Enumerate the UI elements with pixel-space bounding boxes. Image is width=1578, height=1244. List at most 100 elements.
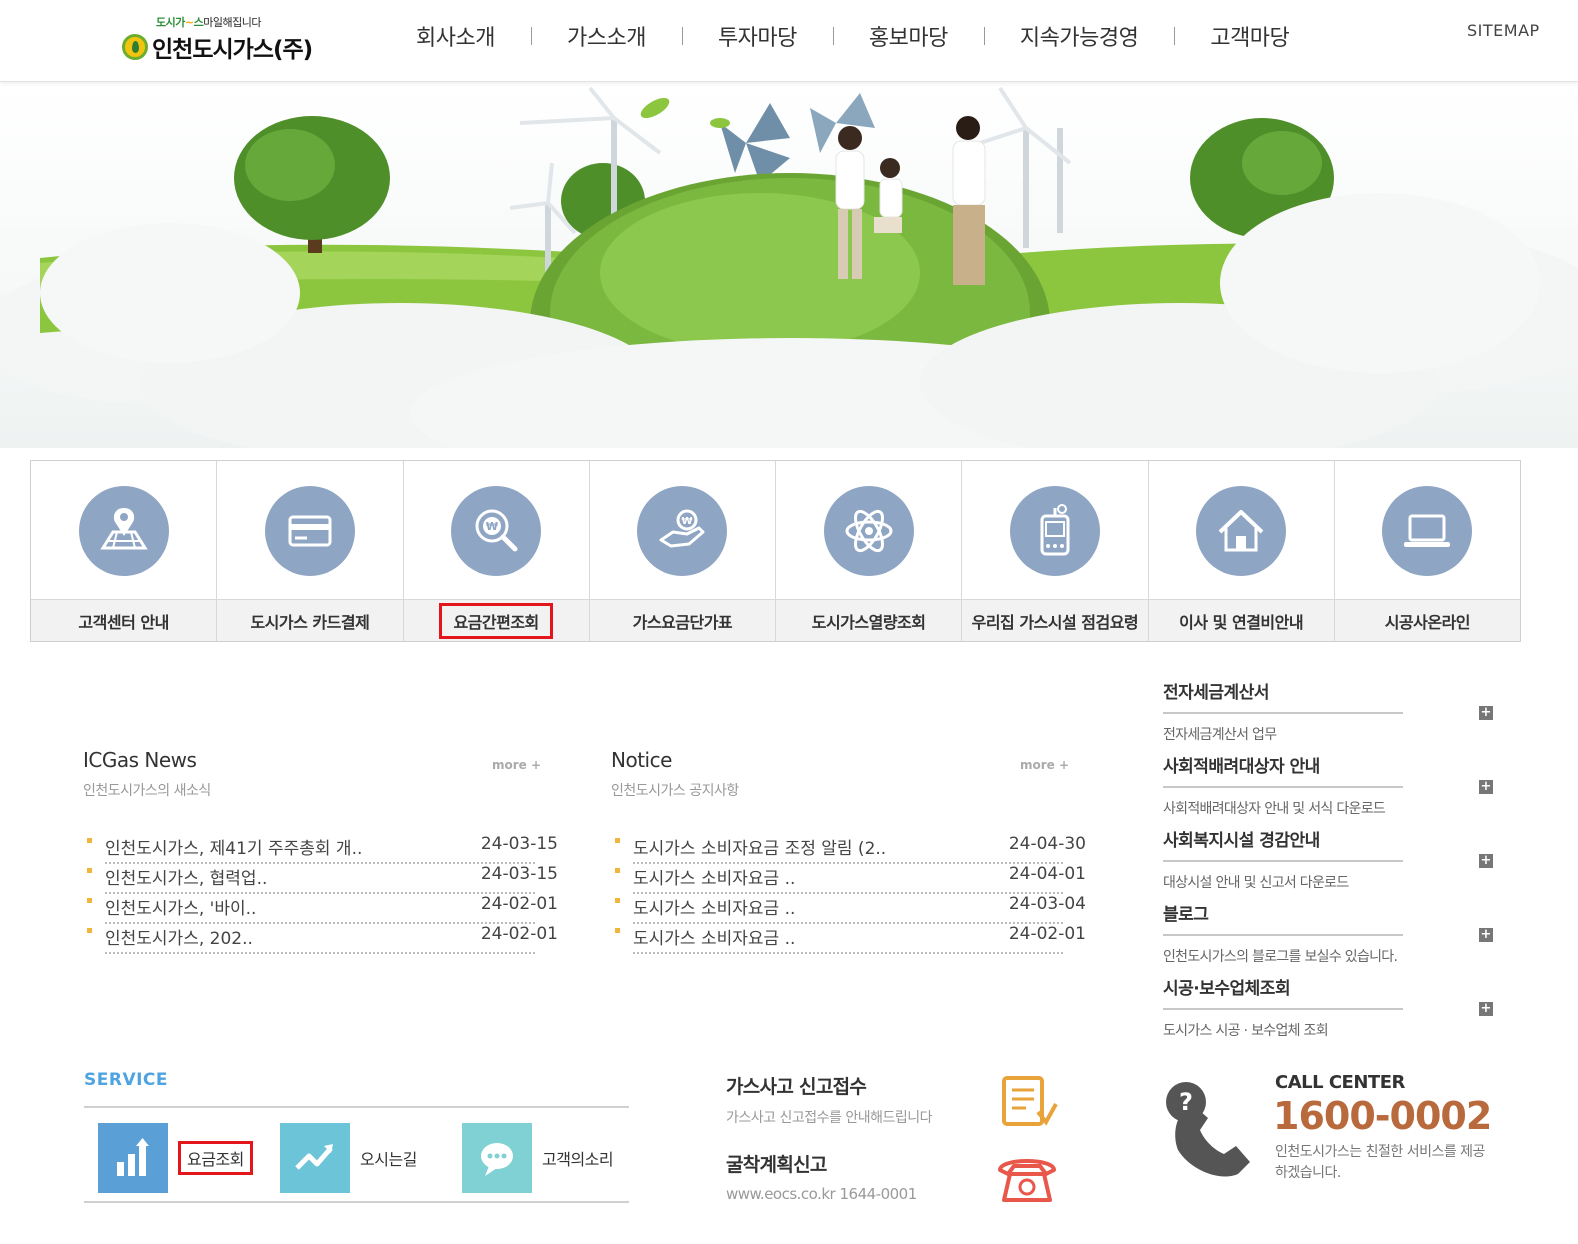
news-subtitle: 인천도시가스의 새소식 — [83, 783, 211, 799]
quick-calorie-lookup[interactable]: 도시가스열량조회 — [776, 461, 963, 641]
nav-company[interactable]: 회사소개 — [380, 20, 531, 52]
quick-customer-center[interactable]: 고객센터 안내 — [31, 461, 218, 641]
side-links: 전자세금계산서 전자세금계산서 업무 + 사회적배려대상자 안내 사회적배려대상… — [1163, 678, 1503, 1048]
notice-subtitle: 인천도시가스 공지사항 — [611, 783, 739, 799]
side-link-blog[interactable]: 블로그 인천도시가스의 블로그를 보실수 있습니다. + — [1163, 900, 1503, 974]
list-item[interactable]: 인천도시가스, 202.. 24-02-01 — [83, 920, 558, 954]
quick-menu: 고객센터 안내 도시가스 카드결제 ₩ 요금간편조회 ₩ 가스요금단가표 도시가… — [30, 460, 1521, 642]
bullet-icon — [87, 868, 92, 873]
house-icon — [1196, 486, 1287, 576]
quick-rate-table[interactable]: ₩ 가스요금단가표 — [589, 461, 776, 641]
quick-label: 고객센터 안내 — [31, 599, 217, 641]
document-icon — [998, 1074, 1060, 1134]
plus-icon[interactable]: + — [1479, 1002, 1493, 1016]
quick-card-payment[interactable]: 도시가스 카드결제 — [217, 461, 404, 641]
news-more-link[interactable]: more + — [492, 758, 541, 772]
hero-banner — [0, 83, 1578, 448]
divider — [1163, 712, 1403, 714]
service-label: 오시는길 — [360, 1150, 417, 1169]
phone-question-icon: ? — [1160, 1078, 1260, 1186]
search-won-icon: ₩ — [451, 486, 542, 576]
call-center-desc: 인천도시가스는 친절한 서비스를 제공하겠습니다. — [1275, 1144, 1485, 1181]
list-item[interactable]: 도시가스 소비자요금 .. 24-02-01 — [611, 920, 1086, 954]
bullet-icon — [615, 838, 620, 843]
service-customer-voice[interactable]: 고객의소리 — [462, 1123, 614, 1193]
divider — [84, 1201, 629, 1203]
atom-icon — [823, 486, 914, 576]
report-section: 가스사고 신고접수 가스사고 신고접수를 안내해드립니다 굴착계획신고 www.… — [726, 1072, 1076, 1220]
quick-label: 도시가스열량조회 — [776, 599, 962, 641]
quick-label: 이사 및 연결비안내 — [1148, 599, 1334, 641]
nav-sustainability[interactable]: 지속가능경영 — [983, 20, 1174, 52]
quick-label: 우리집 가스시설 점검요령 — [962, 599, 1148, 641]
list-item[interactable]: 인천도시가스, 제41기 주주총회 개.. 24-03-15 — [83, 830, 558, 864]
plus-icon[interactable]: + — [1479, 854, 1493, 868]
divider — [1163, 934, 1403, 936]
bar-chart-icon — [98, 1123, 168, 1193]
notice-title: Notice — [611, 748, 672, 772]
bullet-icon — [87, 838, 92, 843]
dig-report[interactable]: 굴착계획신고 www.eocs.co.kr 1644-0001 — [726, 1150, 1076, 1220]
bullet-icon — [615, 868, 620, 873]
quick-safety-check[interactable]: 우리집 가스시설 점검요령 — [962, 461, 1149, 641]
logo-name: 인천도시가스(주) — [152, 37, 313, 63]
quick-bill-lookup[interactable]: ₩ 요금간편조회 — [403, 461, 590, 641]
news-board: ICGas News 인천도시가스의 새소식 more + 인천도시가스, 제4… — [83, 748, 558, 954]
nav-invest[interactable]: 투자마당 — [681, 20, 833, 52]
call-center-label: CALL CENTER — [1275, 1072, 1405, 1093]
news-title: ICGas News — [83, 748, 197, 772]
speech-bubble-icon — [462, 1123, 532, 1193]
highlight-box: 요금간편조회 — [439, 602, 553, 639]
nav-pr[interactable]: 홍보마당 — [832, 20, 984, 52]
service-label: 고객의소리 — [542, 1150, 614, 1169]
list-item[interactable]: 도시가스 소비자요금 조정 알림 (2.. 24-04-30 — [611, 830, 1086, 864]
side-link-contractor-search[interactable]: 시공·보수업체조회 도시가스 시공 · 보수업체 조회 + — [1163, 974, 1503, 1048]
plus-icon[interactable]: + — [1479, 928, 1493, 942]
service-title: SERVICE — [84, 1070, 169, 1090]
call-center: ? CALL CENTER 1600-0002 인천도시가스는 친절한 서비스를… — [1160, 1072, 1560, 1182]
site-logo[interactable]: 도시가~스마일해집니다 인천도시가스(주) — [122, 12, 332, 68]
side-link-social-care[interactable]: 사회적배려대상자 안내 사회적배려대상자 안내 및 서식 다운로드 + — [1163, 752, 1503, 826]
plus-icon[interactable]: + — [1479, 706, 1493, 720]
quick-contractor-online[interactable]: 시공사온라인 — [1334, 461, 1520, 641]
quick-label: 도시가스 카드결제 — [217, 599, 403, 641]
quick-label: 요금간편조회 — [403, 599, 589, 641]
nav-gas[interactable]: 가스소개 — [530, 20, 682, 52]
call-center-number[interactable]: 1600-0002 — [1273, 1094, 1492, 1138]
svg-text:?: ? — [1179, 1088, 1193, 1116]
accident-report[interactable]: 가스사고 신고접수 가스사고 신고접수를 안내해드립니다 — [726, 1072, 1076, 1142]
nav-customer[interactable]: 고객마당 — [1174, 20, 1325, 52]
list-item[interactable]: 도시가스 소비자요금 .. 24-04-01 — [611, 860, 1086, 894]
notice-board: Notice 인천도시가스 공지사항 more + 도시가스 소비자요금 조정 … — [611, 748, 1086, 954]
news-list: 인천도시가스, 제41기 주주총회 개.. 24-03-15 인천도시가스, 협력… — [83, 830, 558, 954]
bullet-icon — [87, 898, 92, 903]
bullet-icon — [615, 898, 620, 903]
telephone-icon — [994, 1150, 1060, 1210]
credit-card-icon — [264, 486, 355, 576]
service-directions[interactable]: 오시는길 — [280, 1123, 417, 1193]
map-pin-icon — [78, 486, 169, 576]
divider — [1163, 786, 1403, 788]
side-link-welfare-discount[interactable]: 사회복지시설 경감안내 대상시설 안내 및 신고서 다운로드 + — [1163, 826, 1503, 900]
plus-icon[interactable]: + — [1479, 780, 1493, 794]
hero-illustration — [0, 86, 1578, 448]
quick-moving-info[interactable]: 이사 및 연결비안내 — [1148, 461, 1335, 641]
service-label: 요금조회 — [178, 1141, 253, 1175]
logo-slogan: 도시가~스마일해집니다 — [156, 16, 261, 29]
service-section: SERVICE 요금조회 오시는길 고객의소리 — [84, 1070, 629, 1204]
bullet-icon — [87, 928, 92, 933]
quick-label: 시공사온라인 — [1334, 599, 1520, 641]
list-item[interactable]: 인천도시가스, '바이.. 24-02-01 — [83, 890, 558, 924]
service-bill-lookup[interactable]: 요금조회 — [98, 1123, 253, 1193]
divider — [84, 1106, 629, 1108]
list-item[interactable]: 도시가스 소비자요금 .. 24-03-04 — [611, 890, 1086, 924]
list-item[interactable]: 인천도시가스, 협력업.. 24-03-15 — [83, 860, 558, 894]
quick-label: 가스요금단가표 — [589, 599, 775, 641]
sitemap-link[interactable]: SITEMAP — [1467, 21, 1540, 40]
trend-line-icon — [280, 1123, 350, 1193]
bullet-icon — [615, 928, 620, 933]
site-header: 도시가~스마일해집니다 인천도시가스(주) 회사소개 가스소개 투자마당 홍보마… — [0, 0, 1578, 82]
laptop-icon — [1382, 486, 1473, 576]
side-link-etax[interactable]: 전자세금계산서 전자세금계산서 업무 + — [1163, 678, 1503, 752]
notice-more-link[interactable]: more + — [1020, 758, 1069, 772]
